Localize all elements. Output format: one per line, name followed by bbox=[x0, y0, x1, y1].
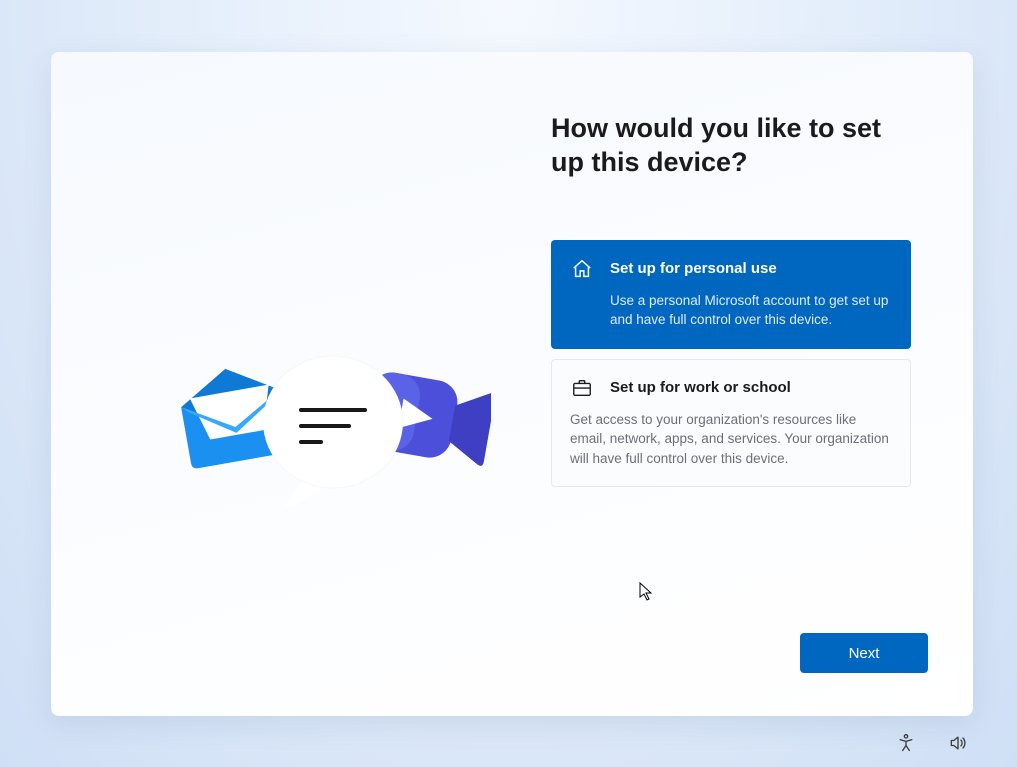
accessibility-icon[interactable] bbox=[892, 729, 920, 757]
briefcase-icon bbox=[570, 376, 594, 400]
page-heading: How would you like to set up this device… bbox=[551, 112, 913, 180]
option-personal-description: Use a personal Microsoft account to get … bbox=[570, 291, 892, 330]
home-icon bbox=[570, 257, 594, 281]
option-work-title: Set up for work or school bbox=[610, 379, 791, 396]
option-work-description: Get access to your organization's resour… bbox=[570, 410, 892, 469]
option-work-school[interactable]: Set up for work or school Get access to … bbox=[551, 359, 911, 488]
volume-icon[interactable] bbox=[944, 729, 972, 757]
option-work-header: Set up for work or school bbox=[570, 376, 892, 400]
next-button[interactable]: Next bbox=[800, 633, 928, 673]
option-personal-header: Set up for personal use bbox=[570, 257, 892, 281]
setup-illustration bbox=[171, 352, 491, 522]
option-personal-use[interactable]: Set up for personal use Use a personal M… bbox=[551, 240, 911, 349]
content-pane: How would you like to set up this device… bbox=[511, 52, 973, 716]
bottom-toolbar bbox=[892, 729, 972, 757]
illustration-pane bbox=[51, 52, 511, 716]
setup-card: How would you like to set up this device… bbox=[51, 52, 973, 716]
option-personal-title: Set up for personal use bbox=[610, 260, 777, 277]
